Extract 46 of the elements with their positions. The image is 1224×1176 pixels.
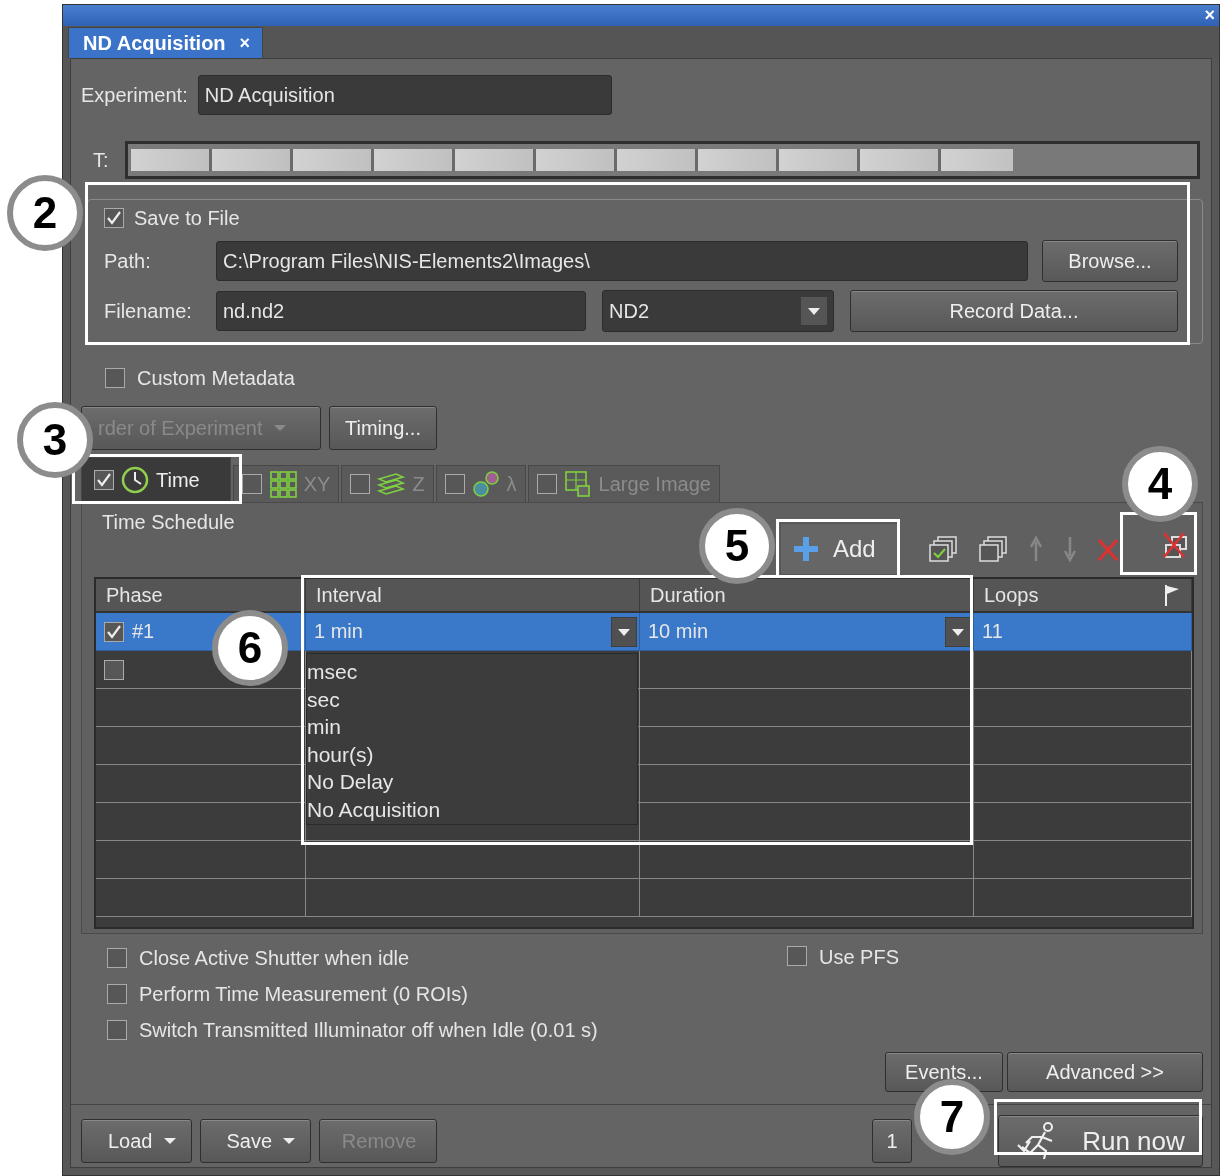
checkbox-label: Custom Metadata xyxy=(137,366,295,390)
dropdown-option[interactable]: hour(s) xyxy=(307,740,637,768)
tab-label: ND Acquisition xyxy=(83,31,226,55)
count-button[interactable]: 1 xyxy=(872,1119,912,1163)
record-data-button[interactable]: Record Data... xyxy=(850,290,1178,332)
input-field[interactable]: C:\Program Files\NIS-Elements2\Images\ xyxy=(216,241,1028,281)
timing-button[interactable]: Timing... xyxy=(329,406,437,450)
checkbox-label: Use PFS xyxy=(819,946,900,969)
advanced-button[interactable]: Advanced >> xyxy=(1007,1052,1203,1092)
add-button[interactable]: Add xyxy=(780,523,898,575)
table-cell: #1 xyxy=(132,620,155,643)
input-field[interactable]: ND Acquisition xyxy=(197,75,612,115)
dropdown-value: 1 min xyxy=(314,620,363,643)
events-button[interactable]: Events... xyxy=(885,1052,1003,1092)
dropdown-option[interactable]: sec xyxy=(307,685,637,713)
load-button[interactable]: Load xyxy=(81,1119,192,1163)
field-label: Path: xyxy=(104,249,152,273)
dropdown-value: ND2 xyxy=(609,299,649,323)
checkbox-label: Perform Time Measurement (0 ROIs) xyxy=(139,982,468,1006)
document-tab[interactable]: ND Acquisition × xyxy=(68,27,264,58)
tab-label: Time xyxy=(156,468,200,492)
table-cell: 11 xyxy=(982,620,1003,643)
cell-dropdown[interactable]: 10 min xyxy=(648,613,973,650)
dropdown-value: 10 min xyxy=(648,620,709,643)
field-label: T: xyxy=(92,148,110,172)
dimension-tab[interactable]: Time xyxy=(81,457,231,502)
group-title: Time Schedule xyxy=(102,511,235,534)
format-dropdown[interactable]: ND2 xyxy=(602,290,834,332)
callout-number: 2 xyxy=(7,175,83,251)
save-button[interactable]: Save xyxy=(199,1119,312,1163)
checkbox-label: Close Active Shutter when idle xyxy=(139,946,410,970)
input-field[interactable]: nd.nd2 xyxy=(216,291,586,331)
close-button[interactable]: × xyxy=(1204,5,1215,26)
field-label: Experiment: xyxy=(81,83,188,107)
checkbox-label: Save to File xyxy=(134,206,240,230)
dropdown-option[interactable]: msec xyxy=(307,658,637,686)
dropdown-option[interactable]: min xyxy=(307,713,637,741)
cell-dropdown[interactable]: 1 min xyxy=(314,613,639,650)
checkbox-label: Switch Transmitted Illuminator off when Idle (0.01 s) xyxy=(139,1018,598,1042)
close-button[interactable]: × xyxy=(239,32,251,54)
dropdown-option[interactable]: No Delay xyxy=(307,768,637,796)
browse-button[interactable]: Browse... xyxy=(1042,240,1178,282)
field-label: Filename: xyxy=(104,299,193,323)
dropdown-option[interactable]: No Acquisition xyxy=(307,795,637,823)
callout-number: 3 xyxy=(17,402,93,478)
run-now-button[interactable]: Run now xyxy=(998,1115,1203,1167)
